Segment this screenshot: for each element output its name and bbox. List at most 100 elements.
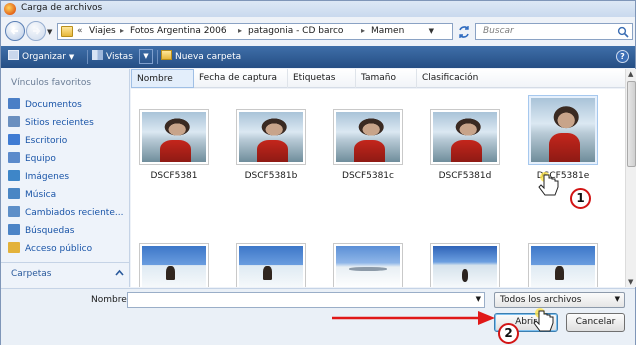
forward-button[interactable] bbox=[26, 21, 46, 41]
public-folder-icon bbox=[8, 242, 20, 253]
help-icon[interactable]: ? bbox=[616, 50, 629, 63]
forward-arrow-icon bbox=[33, 27, 41, 35]
back-button[interactable] bbox=[5, 21, 25, 41]
new-folder-label: Nueva carpeta bbox=[175, 52, 242, 62]
thumbnail-image bbox=[336, 112, 400, 162]
step-2-badge: 2 bbox=[498, 323, 519, 344]
new-folder-button[interactable]: Nueva carpeta bbox=[161, 50, 241, 65]
crumb-separator-icon[interactable]: ▸ bbox=[120, 26, 124, 35]
crumb-fotos-argentina[interactable]: Fotos Argentina 2006 bbox=[130, 26, 227, 36]
scroll-down-icon[interactable]: ▼ bbox=[628, 278, 633, 286]
scroll-up-icon[interactable]: ▲ bbox=[628, 70, 633, 78]
sidebar-item-documentos[interactable]: Documentos bbox=[8, 98, 82, 113]
crumb-mamen[interactable]: Mamen bbox=[371, 26, 404, 36]
sidebar-item-escritorio[interactable]: Escritorio bbox=[8, 134, 67, 149]
sidebar-item-label: Cambiados reciente... bbox=[25, 208, 124, 218]
sidebar-item-label: Documentos bbox=[25, 100, 82, 110]
file-name[interactable]: DSCF5381b bbox=[226, 171, 316, 181]
file-thumbnail[interactable] bbox=[333, 243, 403, 287]
views-dropdown-button[interactable]: ▼ bbox=[139, 49, 153, 64]
toolbar-divider bbox=[87, 50, 88, 64]
crumb-separator-icon[interactable]: ▸ bbox=[361, 26, 365, 35]
column-header-size[interactable]: Tamaño bbox=[356, 69, 417, 88]
column-header-tags[interactable]: Etiquetas bbox=[288, 69, 356, 88]
search-placeholder: Buscar bbox=[483, 26, 514, 36]
thumbnail-image bbox=[531, 98, 595, 162]
file-name[interactable]: DSCF5381d bbox=[420, 171, 510, 181]
cancel-button[interactable]: Cancelar bbox=[566, 313, 625, 332]
chevron-down-icon: ▼ bbox=[68, 53, 75, 61]
file-thumbnail[interactable] bbox=[139, 243, 209, 287]
documents-icon bbox=[8, 98, 20, 109]
file-name[interactable]: DSCF5381 bbox=[131, 171, 219, 181]
thumbnail-image bbox=[433, 246, 497, 287]
back-arrow-icon bbox=[10, 27, 18, 35]
column-header-name[interactable]: Nombre bbox=[131, 69, 194, 88]
firefox-icon bbox=[4, 3, 16, 15]
pointer-hand-icon bbox=[538, 172, 559, 196]
sidebar-item-label: Sitios recientes bbox=[25, 118, 94, 128]
sidebar-item-label: Escritorio bbox=[25, 136, 68, 146]
pictures-icon bbox=[8, 170, 20, 181]
toolbar-divider bbox=[157, 50, 158, 64]
sidebar-item-sitios-recientes[interactable]: Sitios recientes bbox=[8, 116, 94, 131]
navigation-pane: Vínculos favoritos Documentos Sitios rec… bbox=[1, 69, 130, 287]
scrollbar-thumb[interactable] bbox=[627, 81, 636, 167]
sidebar-item-acceso-publico[interactable]: Acceso público bbox=[8, 242, 92, 257]
sidebar-item-label: Equipo bbox=[25, 154, 56, 164]
crumb-patagonia[interactable]: patagonia - CD barco bbox=[248, 26, 343, 36]
column-headers: Nombre Fecha de captura Etiquetas Tamaño… bbox=[131, 69, 625, 88]
sidebar-item-busquedas[interactable]: Búsquedas bbox=[8, 224, 74, 239]
file-thumbnail[interactable] bbox=[236, 109, 306, 165]
address-overflow[interactable]: « bbox=[77, 26, 83, 36]
column-header-rating[interactable]: Clasificación bbox=[417, 69, 507, 88]
red-arrow-annotation bbox=[332, 311, 495, 325]
file-type-select[interactable]: Todos los archivos ▼ bbox=[494, 292, 625, 308]
thumbnail-image bbox=[142, 246, 206, 287]
address-row: ▼ « Viajes ▸ Fotos Argentina 2006 ▸ pata… bbox=[1, 17, 635, 45]
column-header-date-taken[interactable]: Fecha de captura bbox=[194, 69, 288, 88]
sidebar-item-imagenes[interactable]: Imágenes bbox=[8, 170, 69, 185]
recent-pages-chevron-icon[interactable]: ▼ bbox=[47, 28, 52, 36]
file-name[interactable]: DSCF5381c bbox=[323, 171, 413, 181]
crumb-viajes[interactable]: Viajes bbox=[89, 26, 116, 36]
recent-places-icon bbox=[8, 116, 20, 127]
filename-input[interactable]: ▼ bbox=[127, 292, 485, 308]
file-name[interactable]: DSCF5381e bbox=[518, 171, 608, 181]
sidebar-item-musica[interactable]: Música bbox=[8, 188, 56, 203]
pointer-hand-icon bbox=[533, 308, 554, 332]
refresh-icon[interactable] bbox=[457, 25, 471, 39]
file-thumbnail[interactable] bbox=[528, 243, 598, 287]
thumbnail-image bbox=[531, 246, 595, 287]
file-thumbnail[interactable] bbox=[430, 243, 500, 287]
filename-label: Nombre: bbox=[91, 295, 130, 305]
title-bar: Carga de archivos bbox=[1, 1, 635, 17]
organize-button[interactable]: Organizar ▼ bbox=[8, 50, 74, 65]
address-bar[interactable]: « Viajes ▸ Fotos Argentina 2006 ▸ patago… bbox=[57, 23, 453, 40]
vertical-scrollbar[interactable]: ▲ ▼ bbox=[625, 69, 636, 287]
address-dropdown-icon[interactable]: ▼ bbox=[429, 27, 434, 35]
views-button[interactable]: Vistas bbox=[92, 50, 133, 65]
chevron-down-icon: ▼ bbox=[614, 295, 620, 303]
folders-toggle[interactable]: Carpetas bbox=[1, 262, 130, 287]
thumbnail-image bbox=[239, 246, 303, 287]
file-thumbnail[interactable] bbox=[430, 109, 500, 165]
search-icon[interactable] bbox=[617, 26, 629, 38]
sidebar-item-label: Búsquedas bbox=[25, 226, 75, 236]
step-1-badge: 1 bbox=[570, 188, 591, 209]
search-box[interactable]: Buscar bbox=[475, 23, 633, 40]
searches-icon bbox=[8, 224, 20, 235]
chevron-down-icon[interactable]: ▼ bbox=[476, 295, 481, 303]
file-type-value: Todos los archivos bbox=[500, 295, 582, 305]
organize-icon bbox=[8, 50, 19, 60]
thumbnail-image bbox=[239, 112, 303, 162]
crumb-separator-icon[interactable]: ▸ bbox=[238, 26, 242, 35]
file-thumbnail[interactable] bbox=[236, 243, 306, 287]
folders-label: Carpetas bbox=[11, 269, 52, 279]
sidebar-item-cambiados-recientemente[interactable]: Cambiados reciente... bbox=[8, 206, 123, 221]
file-thumbnail-selected[interactable] bbox=[528, 95, 598, 165]
views-label: Vistas bbox=[106, 52, 133, 62]
sidebar-item-equipo[interactable]: Equipo bbox=[8, 152, 56, 167]
file-thumbnail[interactable] bbox=[139, 109, 209, 165]
file-thumbnail[interactable] bbox=[333, 109, 403, 165]
